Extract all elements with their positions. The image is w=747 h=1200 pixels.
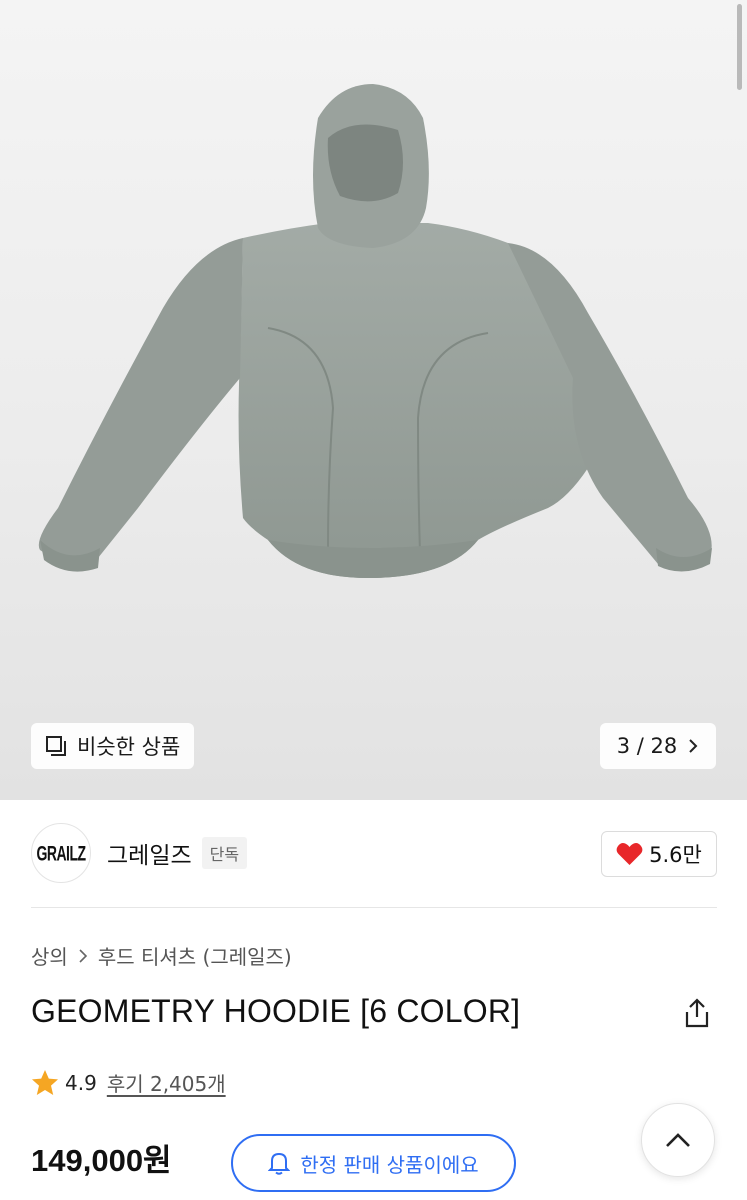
rating-row: 4.9 후기 2,405개 [31,1068,226,1097]
brand-row: GRAILZ 그레일즈 단독 5.6만 [31,821,717,885]
hoodie-product-image [38,84,712,578]
rating-value: 4.9 [65,1070,97,1095]
chevron-right-icon [689,739,698,753]
similar-items-icon [46,736,66,756]
limited-sale-button[interactable]: 한정 판매 상품이에요 [231,1134,516,1192]
product-image-gallery[interactable]: 비슷한 상품 3 / 28 [0,0,747,800]
star-icon [32,1070,58,1095]
breadcrumb-item-subcategory[interactable]: 후드 티셔츠 (그레일즈) [98,941,292,970]
breadcrumb: 상의 후드 티셔츠 (그레일즈) [31,941,292,970]
product-title: GEOMETRY HOODIE [6 COLOR] [31,993,521,1029]
similar-products-label: 비슷한 상품 [77,735,181,759]
scrollbar-thumb[interactable] [737,4,742,90]
similar-products-button[interactable]: 비슷한 상품 [31,723,195,769]
limited-sale-label: 한정 판매 상품이에요 [300,1152,479,1177]
image-counter-label: 3 / 28 [616,734,678,758]
brand-name[interactable]: 그레일즈 [107,836,192,870]
scroll-to-top-button[interactable] [641,1103,715,1177]
chevron-up-icon [666,1133,690,1147]
like-button[interactable]: 5.6만 [601,831,717,877]
exclusive-badge: 단독 [201,837,248,869]
brand-logo[interactable]: GRAILZ [31,823,91,883]
share-icon[interactable] [682,997,712,1029]
heart-icon [616,843,643,865]
chevron-right-icon [79,948,87,963]
like-count: 5.6만 [649,843,702,867]
product-price: 149,000원 [31,1143,172,1178]
image-counter[interactable]: 3 / 28 [600,723,716,769]
reviews-link[interactable]: 후기 2,405개 [107,1068,226,1097]
bell-icon [268,1152,291,1175]
divider [31,907,717,908]
breadcrumb-item-category[interactable]: 상의 [31,941,68,970]
